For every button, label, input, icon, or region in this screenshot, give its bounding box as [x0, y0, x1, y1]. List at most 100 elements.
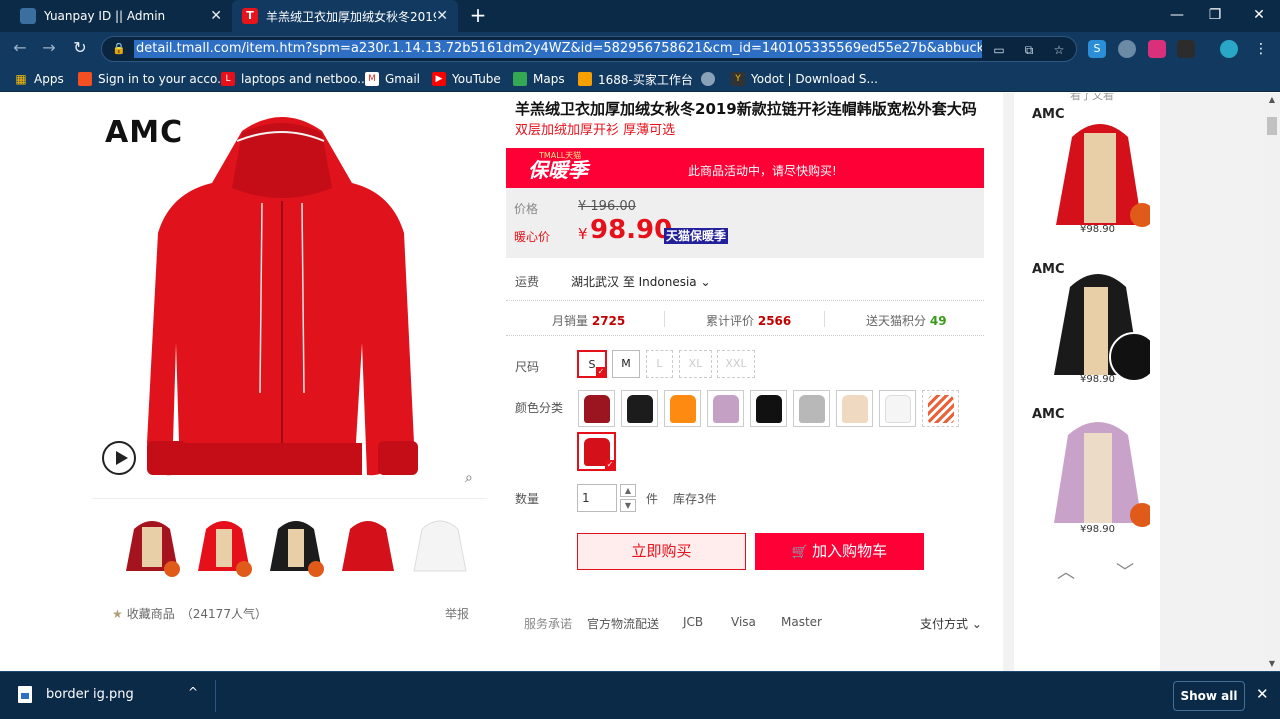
bookmark-label: Gmail	[385, 72, 421, 86]
tab-tmall[interactable]: T 羊羔绒卫衣加厚加绒女秋冬2019 ✕	[232, 0, 458, 32]
report-link[interactable]: 举报	[445, 605, 469, 622]
bookmark-1688[interactable]: 1688-买家工作台	[578, 70, 693, 88]
show-all-button[interactable]: Show all	[1173, 681, 1245, 711]
star-bookmark-icon[interactable]: ☆	[1050, 41, 1068, 59]
cart-icon: 🛒	[791, 545, 809, 560]
avatar[interactable]	[1220, 40, 1238, 58]
chevron-down-icon[interactable]: ﹀	[1116, 558, 1134, 584]
play-video-icon[interactable]	[102, 441, 136, 475]
quantity-input[interactable]: 1	[577, 484, 617, 512]
zoom-search-icon[interactable]: ⌕	[465, 470, 481, 486]
check-icon: ✓	[596, 367, 606, 377]
tab-bar: Yuanpay ID || Admin ✕ T 羊羔绒卫衣加厚加绒女秋冬2019…	[0, 0, 1280, 32]
extension-s-icon[interactable]: S	[1088, 40, 1106, 58]
bookmark-apps[interactable]: ▦ Apps	[14, 70, 63, 88]
forward-arrow-icon[interactable]: →	[38, 37, 60, 59]
thumbnail[interactable]	[408, 509, 472, 579]
chevron-down-icon: ⌄	[971, 617, 982, 631]
price-label: 价格	[514, 202, 539, 216]
thumbnail-strip	[92, 498, 487, 598]
download-file-name: border ig.png	[46, 687, 134, 702]
bookmark-yodot[interactable]: Y Yodot | Download S...	[731, 70, 878, 88]
chevron-up-icon[interactable]: ︿	[1057, 558, 1075, 584]
product-subtitle: 双层加绒加厚开衫 厚薄可选	[515, 123, 676, 138]
chevron-up-icon[interactable]: ^	[188, 685, 198, 699]
restore-icon[interactable]: ❐	[1205, 4, 1225, 26]
rec-item-image[interactable]	[1050, 405, 1154, 530]
cube-extension-icon[interactable]	[1177, 40, 1195, 58]
thumbnail[interactable]	[264, 509, 328, 579]
review-count[interactable]: 累计评价 2566	[706, 312, 791, 329]
shipping-destination[interactable]: 湖北武汉 至 Indonesia ⌄	[571, 273, 711, 290]
bookmark-gmail[interactable]: M Gmail	[365, 70, 420, 88]
size-option-s[interactable]: S ✓	[577, 350, 607, 378]
color-swatch-beige[interactable]	[836, 390, 873, 427]
bookmark-laptops[interactable]: L laptops and netboo...	[221, 70, 369, 88]
quantity-label: 数量	[515, 492, 540, 506]
download-item[interactable]: border ig.png	[18, 686, 134, 703]
sale-price-label: 暖心价	[514, 230, 551, 244]
promo-logo: 保暖季	[528, 158, 588, 182]
product-title: 羊羔绒卫衣加厚加绒女秋冬2019新款拉链开衫连帽韩版宽松外套大码	[515, 100, 977, 118]
bookmarks-bar: ▦ Apps Sign in to your acco... L laptops…	[0, 65, 1280, 92]
shipping-text: 湖北武汉 至 Indonesia	[571, 275, 697, 289]
color-swatch-white[interactable]	[879, 390, 916, 427]
service-logistics: 官方物流配送	[587, 617, 660, 631]
new-tab-button[interactable]: +	[468, 4, 488, 28]
thumbnail[interactable]	[192, 509, 256, 579]
bookmark-youtube[interactable]: ▶ YouTube	[432, 70, 501, 88]
recommend-header: 看了又看	[1070, 93, 1114, 102]
service-master: Master	[781, 615, 822, 629]
back-arrow-icon[interactable]: ←	[9, 37, 31, 59]
thumbnail[interactable]	[120, 509, 184, 579]
bookmark-globe[interactable]	[701, 70, 721, 88]
minimize-icon[interactable]: —	[1167, 4, 1187, 26]
bookmark-signin[interactable]: Sign in to your acco...	[78, 70, 229, 88]
tab-yuanpay[interactable]: Yuanpay ID || Admin ✕	[10, 0, 232, 32]
size-option-m[interactable]: M	[612, 350, 640, 378]
color-swatch-black[interactable]	[750, 390, 787, 427]
price-box: 价格 ¥ 196.00 暖心价 ¥ 98.90 天猫保暖季	[506, 188, 984, 258]
reload-icon[interactable]: ↻	[69, 37, 91, 59]
color-swatch-lilac[interactable]	[707, 390, 744, 427]
globe-icon	[701, 72, 715, 86]
quantity-decrease-icon[interactable]: ▼	[620, 499, 636, 512]
color-swatch-orange[interactable]	[664, 390, 701, 427]
l-icon: L	[221, 72, 235, 86]
color-swatch-wine[interactable]	[578, 390, 615, 427]
address-bar[interactable]: 🔒 detail.tmall.com/item.htm?spm=a230r.1.…	[101, 36, 1077, 62]
menu-kebab-icon[interactable]: ⋮	[1252, 40, 1270, 58]
favorite-count: （24177人气）	[180, 607, 267, 621]
scroll-up-icon[interactable]: ▲	[1267, 95, 1277, 105]
close-window-icon[interactable]: ✕	[1249, 4, 1269, 26]
add-to-cart-button[interactable]: 🛒 加入购物车	[755, 533, 924, 570]
color-swatch-red[interactable]: ✓	[577, 432, 616, 471]
cast-icon[interactable]: ▭	[990, 41, 1008, 59]
bookmark-label: 1688-买家工作台	[598, 72, 693, 87]
close-icon[interactable]: ✕	[1256, 685, 1269, 703]
bookmark-maps[interactable]: Maps	[513, 70, 565, 88]
translate-icon[interactable]: ⧉	[1020, 41, 1038, 59]
thumbnail[interactable]	[336, 509, 400, 579]
url-text[interactable]: detail.tmall.com/item.htm?spm=a230r.1.14…	[134, 40, 982, 58]
instagram-icon[interactable]	[1148, 40, 1166, 58]
rec-item-image[interactable]	[1050, 107, 1154, 232]
scroll-down-icon[interactable]: ▼	[1267, 659, 1277, 669]
main-product-image[interactable]	[92, 93, 487, 491]
close-icon[interactable]: ✕	[436, 8, 448, 24]
globe-extension-icon[interactable]	[1118, 40, 1136, 58]
lock-icon: 🔒	[112, 42, 126, 55]
scrollbar-thumb[interactable]	[1267, 117, 1277, 135]
quantity-increase-icon[interactable]: ▲	[620, 484, 636, 497]
service-label: 服务承诺	[524, 617, 573, 631]
1688-icon	[578, 72, 592, 86]
favorite-button[interactable]: ★ 收藏商品 （24177人气）	[112, 605, 267, 622]
payment-methods-dropdown[interactable]: 支付方式 ⌄	[920, 615, 982, 632]
buy-now-button[interactable]: 立即购买	[577, 533, 746, 570]
color-swatch-black-fleece[interactable]	[621, 390, 658, 427]
star-icon: ★	[112, 606, 123, 621]
rec-item-image[interactable]	[1050, 257, 1159, 382]
color-swatch-grey[interactable]	[793, 390, 830, 427]
page-scrollbar[interactable]: ▲ ▼	[1264, 93, 1280, 671]
close-icon[interactable]: ✕	[210, 8, 222, 24]
